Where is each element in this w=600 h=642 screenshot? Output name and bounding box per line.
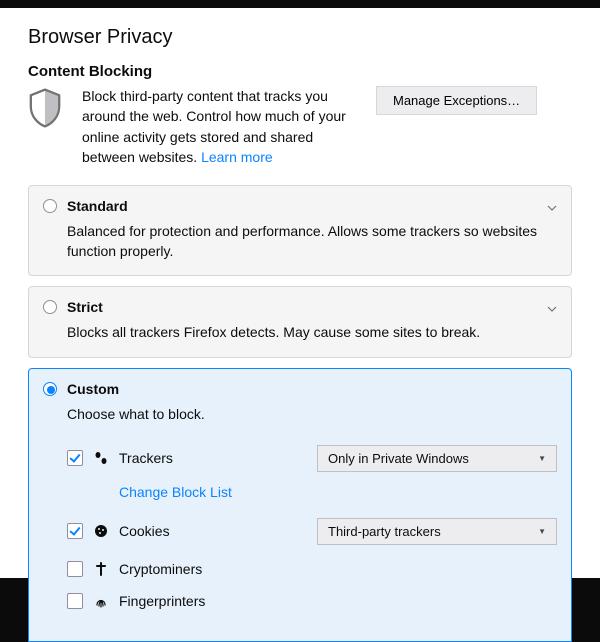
desc-custom: Choose what to block.: [67, 405, 557, 425]
row-cryptominers: Cryptominers: [67, 553, 557, 585]
cryptominers-icon: [93, 562, 109, 576]
option-standard[interactable]: Standard Balanced for protection and per…: [28, 185, 572, 276]
label-cookies: Cookies: [119, 523, 259, 539]
checkbox-fingerprinters[interactable]: [67, 593, 83, 609]
checkbox-cryptominers[interactable]: [67, 561, 83, 577]
section-title: Content Blocking: [28, 63, 572, 80]
radio-strict[interactable]: [43, 300, 57, 314]
checkbox-trackers[interactable]: [67, 450, 83, 466]
desc-standard: Balanced for protection and performance.…: [67, 222, 557, 261]
shield-icon: [28, 86, 68, 131]
chevron-down-icon: ▼: [538, 527, 546, 536]
option-custom[interactable]: Custom Choose what to block. Trackers On…: [28, 368, 572, 642]
label-trackers: Trackers: [119, 450, 259, 466]
chevron-down-icon: [547, 301, 557, 311]
row-fingerprinters: Fingerprinters: [67, 585, 557, 617]
change-block-list-link[interactable]: Change Block List: [119, 480, 557, 510]
radio-standard[interactable]: [43, 199, 57, 213]
trackers-icon: [93, 451, 109, 465]
label-standard: Standard: [67, 198, 128, 214]
chevron-down-icon: ▼: [538, 454, 546, 463]
select-cookies[interactable]: Third-party trackers ▼: [317, 518, 557, 545]
select-cookies-value: Third-party trackers: [328, 524, 441, 539]
learn-more-link[interactable]: Learn more: [201, 149, 273, 165]
row-cookies: Cookies Third-party trackers ▼: [67, 510, 557, 553]
label-cryptominers: Cryptominers: [119, 561, 259, 577]
privacy-panel: Browser Privacy Content Blocking Block t…: [0, 8, 600, 578]
desc-strict: Blocks all trackers Firefox detects. May…: [67, 323, 557, 343]
row-trackers: Trackers Only in Private Windows ▼: [67, 437, 557, 480]
option-strict[interactable]: Strict Blocks all trackers Firefox detec…: [28, 286, 572, 358]
manage-exceptions-button[interactable]: Manage Exceptions…: [376, 86, 537, 115]
intro-text: Block third-party content that tracks yo…: [82, 86, 362, 167]
radio-custom[interactable]: [43, 382, 57, 396]
content-blocking-intro: Block third-party content that tracks yo…: [28, 86, 572, 167]
fingerprinters-icon: [93, 594, 109, 608]
label-custom: Custom: [67, 381, 119, 397]
select-trackers-value: Only in Private Windows: [328, 451, 469, 466]
checkbox-cookies[interactable]: [67, 523, 83, 539]
cookies-icon: [93, 524, 109, 538]
select-trackers[interactable]: Only in Private Windows ▼: [317, 445, 557, 472]
label-fingerprinters: Fingerprinters: [119, 593, 259, 609]
chevron-down-icon: [547, 200, 557, 210]
label-strict: Strict: [67, 299, 103, 315]
page-title: Browser Privacy: [28, 26, 572, 49]
custom-block-list: Trackers Only in Private Windows ▼ Chang…: [67, 437, 557, 617]
